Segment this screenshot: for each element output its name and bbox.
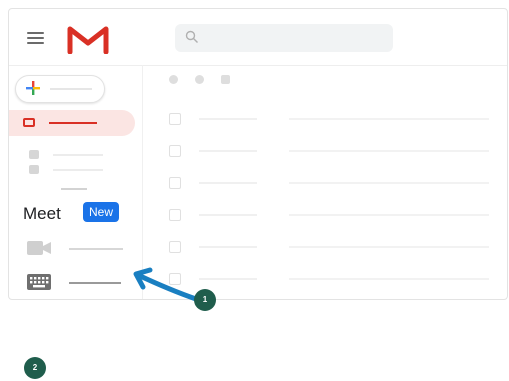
step-marker-1: 1	[194, 289, 216, 311]
step-marker-2: 2	[24, 357, 46, 379]
annotation-arrow	[133, 267, 199, 302]
tutorial-screenshot: Meet New 1 2	[0, 0, 509, 381]
